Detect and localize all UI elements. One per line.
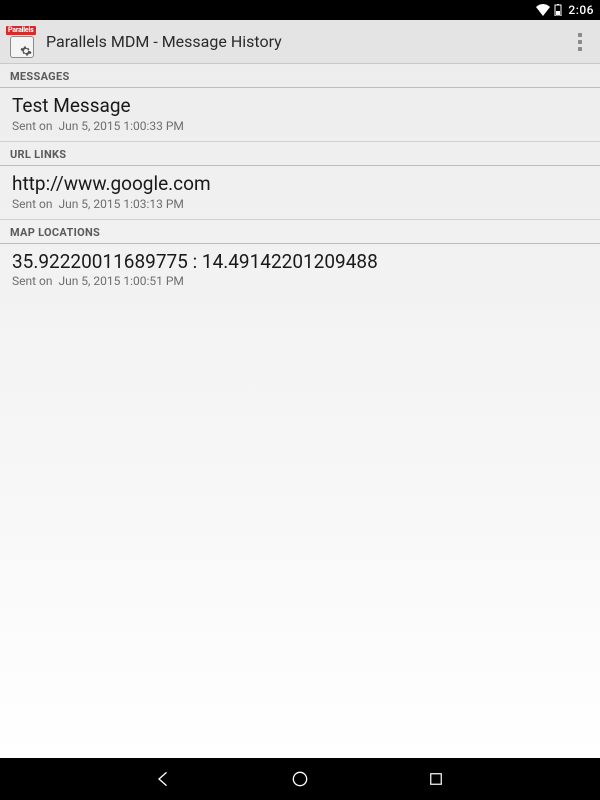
list-item[interactable]: 35.92220011689775 : 14.49142201209488 Se… [0, 244, 600, 297]
sent-timestamp: Jun 5, 2015 1:00:33 PM [58, 119, 183, 133]
section-header-maps: MAP LOCATIONS [0, 220, 600, 244]
app-icon: Parallels [6, 26, 38, 58]
sent-prefix: Sent on [12, 274, 53, 288]
overflow-menu-button[interactable] [568, 26, 592, 58]
message-title: Test Message [12, 94, 588, 118]
message-sent-line: Sent on Jun 5, 2015 1:00:33 PM [12, 119, 588, 133]
app-icon-badge: Parallels [6, 26, 36, 35]
map-title: 35.92220011689775 : 14.49142201209488 [12, 250, 588, 274]
url-title: http://www.google.com [12, 172, 588, 196]
content-scroll[interactable]: MESSAGES Test Message Sent on Jun 5, 201… [0, 64, 600, 758]
section-header-messages: MESSAGES [0, 64, 600, 88]
battery-icon [554, 4, 562, 16]
list-item[interactable]: http://www.google.com Sent on Jun 5, 201… [0, 166, 600, 220]
nav-recents-button[interactable] [423, 766, 449, 792]
nav-back-button[interactable] [151, 766, 177, 792]
nav-home-button[interactable] [287, 766, 313, 792]
sent-timestamp: Jun 5, 2015 1:00:51 PM [58, 274, 183, 288]
url-sent-line: Sent on Jun 5, 2015 1:03:13 PM [12, 197, 588, 211]
sent-prefix: Sent on [12, 119, 53, 133]
list-item[interactable]: Test Message Sent on Jun 5, 2015 1:00:33… [0, 88, 600, 142]
sent-timestamp: Jun 5, 2015 1:03:13 PM [58, 197, 183, 211]
nav-bar [0, 758, 600, 800]
section-header-urls: URL LINKS [0, 142, 600, 166]
status-clock: 2:06 [568, 3, 594, 17]
page-title: Parallels MDM - Message History [46, 32, 568, 51]
action-bar: Parallels Parallels MDM - Message Histor… [0, 20, 600, 64]
status-bar: 2:06 [0, 0, 600, 20]
map-sent-line: Sent on Jun 5, 2015 1:00:51 PM [12, 274, 588, 288]
sent-prefix: Sent on [12, 197, 53, 211]
wifi-icon [536, 4, 550, 16]
